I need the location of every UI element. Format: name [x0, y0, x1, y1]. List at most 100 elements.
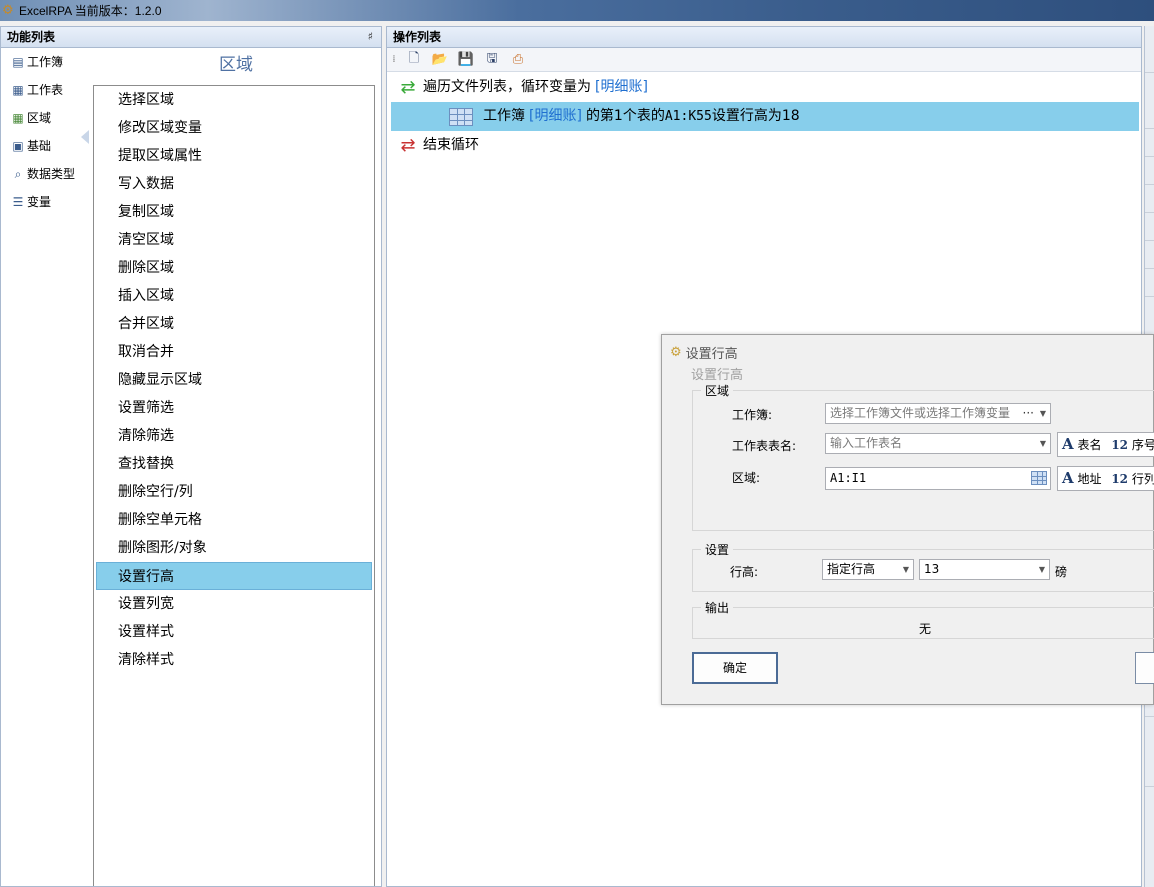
op-row-loop[interactable]: ⇄ 遍历文件列表，循环变量为 [明细账]	[389, 73, 1139, 102]
sheet-name-placeholder: 输入工作表名	[830, 436, 903, 450]
function-item[interactable]: 清除样式	[94, 646, 374, 674]
divider	[1145, 716, 1154, 717]
more-icon[interactable]: ···	[1023, 404, 1034, 423]
function-item-selected[interactable]: 设置行高	[96, 562, 372, 590]
function-item[interactable]: 提取区域属性	[94, 142, 374, 170]
loop-start-icon: ⇄	[400, 77, 416, 98]
grid-icon	[449, 107, 473, 126]
op-row-set-row-height[interactable]: 工作簿 [明细账] 的第1个表的 A1:K55 设置行高为18	[391, 102, 1139, 131]
category-workbook[interactable]: ▤ 工作簿	[1, 48, 91, 76]
op-row-end-loop[interactable]: ⇄ 结束循环	[389, 131, 1139, 160]
row-height-mode-value: 指定行高	[827, 562, 876, 576]
function-item[interactable]: 查找替换	[94, 450, 374, 478]
category-label: 变量	[27, 195, 52, 209]
sheet-mode-toggle[interactable]: A 表名 12 序号	[1057, 432, 1154, 457]
row-height-value-select[interactable]: 13 ▼	[919, 559, 1050, 580]
function-item[interactable]: 删除图形/对象	[94, 534, 374, 562]
table-icon: ▦	[12, 83, 24, 97]
function-item[interactable]: 删除空行/列	[94, 478, 374, 506]
save-icon[interactable]: 💾	[457, 52, 475, 67]
function-item[interactable]: 写入数据	[94, 170, 374, 198]
grid-picker-icon[interactable]	[1031, 471, 1047, 485]
divider	[1145, 184, 1154, 185]
op-variable: [明细账]	[595, 79, 648, 95]
document-icon: ▤	[12, 55, 24, 69]
print-icon[interactable]: ⎙	[509, 52, 527, 67]
number-type-icon: 12	[1111, 472, 1129, 486]
range-mode-toggle[interactable]: A 地址 12 行列	[1057, 466, 1154, 491]
function-item[interactable]: 设置列宽	[94, 590, 374, 618]
pin-icon[interactable]: ♯	[368, 27, 373, 47]
divider	[1145, 212, 1154, 213]
sheet-name-input[interactable]: 输入工作表名 ▼	[825, 433, 1051, 454]
function-item[interactable]: 隐藏显示区域	[94, 366, 374, 394]
window-title: ExcelRPA 当前版本：1.2.0	[19, 4, 162, 18]
output-group-legend: 输出	[701, 599, 734, 616]
category-range[interactable]: ▦ 区域	[1, 104, 91, 132]
selected-category-arrow	[81, 130, 89, 144]
settings-group-legend: 设置	[701, 541, 734, 558]
operations-toolbar: ⁞ 🗋 📂 💾 🖫 ⎙	[387, 48, 1141, 72]
range-group-legend: 区域	[701, 382, 734, 399]
function-item[interactable]: 清除筛选	[94, 422, 374, 450]
op-text: 结束循环	[423, 137, 479, 153]
function-item[interactable]: 清空区域	[94, 226, 374, 254]
chevron-down-icon[interactable]: ▼	[1039, 560, 1045, 579]
category-list: ▤ 工作簿 ▦ 工作表 ▦ 区域 ▣ 基础 ⌕ 数据类型 ☰ 变量	[1, 48, 91, 886]
category-variable[interactable]: ☰ 变量	[1, 188, 91, 216]
function-item[interactable]: 合并区域	[94, 310, 374, 338]
chevron-down-icon[interactable]: ▼	[903, 560, 909, 579]
chevron-down-icon[interactable]: ▼	[1040, 434, 1046, 453]
divider	[1145, 128, 1154, 129]
function-item[interactable]: 删除空单元格	[94, 506, 374, 534]
category-label: 数据类型	[27, 167, 76, 181]
range-label: 区域:	[732, 471, 761, 485]
category-worksheet[interactable]: ▦ 工作表	[1, 76, 91, 104]
dialog-title-text: 设置行高	[685, 347, 738, 362]
op-text: 的第1个表的	[585, 108, 665, 124]
workbook-select[interactable]: 选择工作簿文件或选择工作簿变量 ··· ▼	[825, 403, 1051, 424]
app-icon: ⚙	[2, 3, 14, 18]
op-text: 工作簿	[483, 108, 525, 124]
function-item[interactable]: 选择区域	[94, 86, 374, 114]
save-as-icon[interactable]: 🖫	[483, 49, 501, 71]
number-type-icon: 12	[1111, 438, 1129, 452]
set-row-height-dialog: ⚙ 设置行高 设置行高 区域 工作簿: 选择工作簿文件或选择工作簿变量 ··· …	[661, 334, 1154, 705]
function-list-header: 功能列表 ♯	[1, 27, 381, 48]
function-item[interactable]: 修改区域变量	[94, 114, 374, 142]
row-height-mode-select[interactable]: 指定行高 ▼	[822, 559, 914, 580]
chevron-down-icon[interactable]: ▼	[1040, 404, 1046, 423]
divider	[1145, 72, 1154, 73]
cancel-button[interactable]	[1135, 652, 1154, 684]
dialog-subtitle: 设置行高	[691, 368, 744, 383]
category-basic[interactable]: ▣ 基础	[1, 132, 91, 160]
section-title: 区域	[219, 55, 253, 75]
function-item[interactable]: 取消合并	[94, 338, 374, 366]
divider	[1145, 786, 1154, 787]
app-icon: ⚙	[670, 345, 682, 360]
workbook-placeholder: 选择工作簿文件或选择工作簿变量	[830, 406, 1011, 420]
category-data-type[interactable]: ⌕ 数据类型	[1, 160, 91, 188]
range-tag-address: 地址	[1077, 472, 1102, 486]
range-input[interactable]: A1:I1	[825, 467, 1051, 490]
function-item[interactable]: 设置筛选	[94, 394, 374, 422]
new-file-icon[interactable]: 🗋	[405, 49, 423, 71]
function-list-title: 功能列表	[7, 30, 56, 44]
sheet-tag-index: 序号	[1131, 438, 1154, 452]
output-value: 无	[919, 622, 932, 636]
operations-title: 操作列表	[393, 30, 442, 44]
ok-button[interactable]: 确定	[692, 652, 778, 684]
function-item[interactable]: 设置样式	[94, 618, 374, 646]
function-item[interactable]: 复制区域	[94, 198, 374, 226]
toolbar-grip-icon: ⁞	[392, 54, 396, 65]
op-text: 遍历文件列表，循环变量为	[423, 79, 591, 95]
category-label: 工作簿	[27, 55, 64, 69]
row-height-label: 行高:	[730, 565, 759, 579]
divider	[1145, 240, 1154, 241]
function-item[interactable]: 删除区域	[94, 254, 374, 282]
loop-end-icon: ⇄	[400, 135, 416, 156]
workbook-label: 工作簿:	[732, 408, 773, 422]
open-folder-icon[interactable]: 📂	[431, 52, 449, 67]
function-item[interactable]: 插入区域	[94, 282, 374, 310]
range-icon: ▦	[12, 111, 24, 125]
